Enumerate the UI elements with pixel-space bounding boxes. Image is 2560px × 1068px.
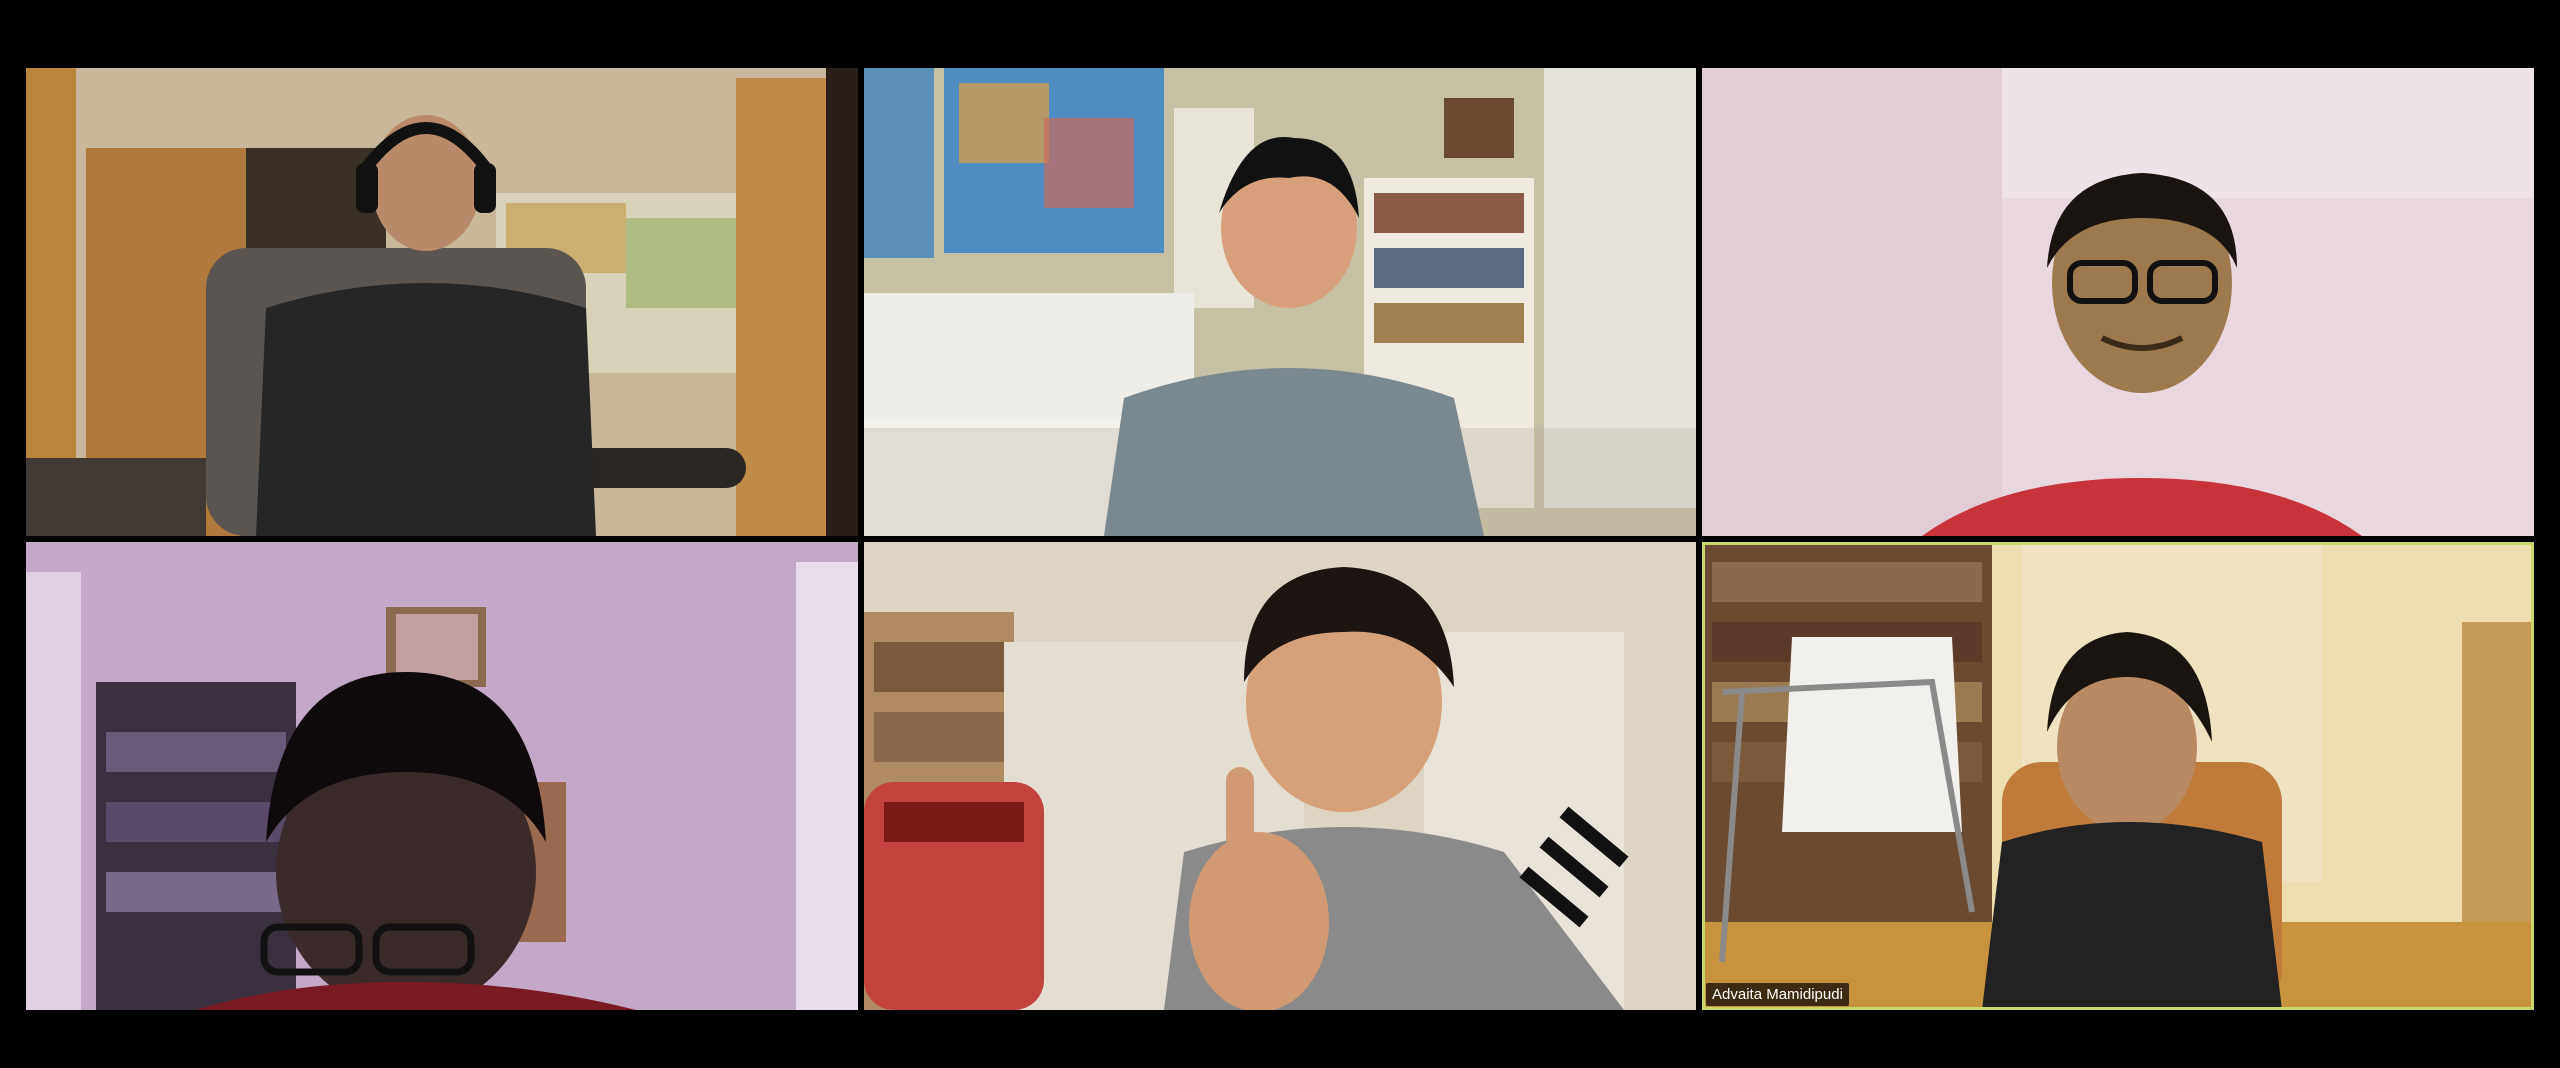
video-tile-participant-2[interactable] (864, 68, 1696, 536)
video-feed (26, 68, 858, 536)
video-gallery: Advaita Mamidipudi (0, 0, 2560, 1068)
video-feed (864, 542, 1696, 1010)
video-feed (1702, 68, 2534, 536)
participant-name-label: Advaita Mamidipudi (1706, 983, 1849, 1006)
video-feed (864, 68, 1696, 536)
video-tile-participant-4[interactable] (26, 542, 858, 1010)
video-tile-active-speaker[interactable]: Advaita Mamidipudi (1702, 542, 2534, 1010)
video-tile-participant-3[interactable] (1702, 68, 2534, 536)
video-feed (1702, 542, 2534, 1010)
video-tile-participant-5[interactable] (864, 542, 1696, 1010)
video-tile-participant-1[interactable] (26, 68, 858, 536)
video-feed (26, 542, 858, 1010)
